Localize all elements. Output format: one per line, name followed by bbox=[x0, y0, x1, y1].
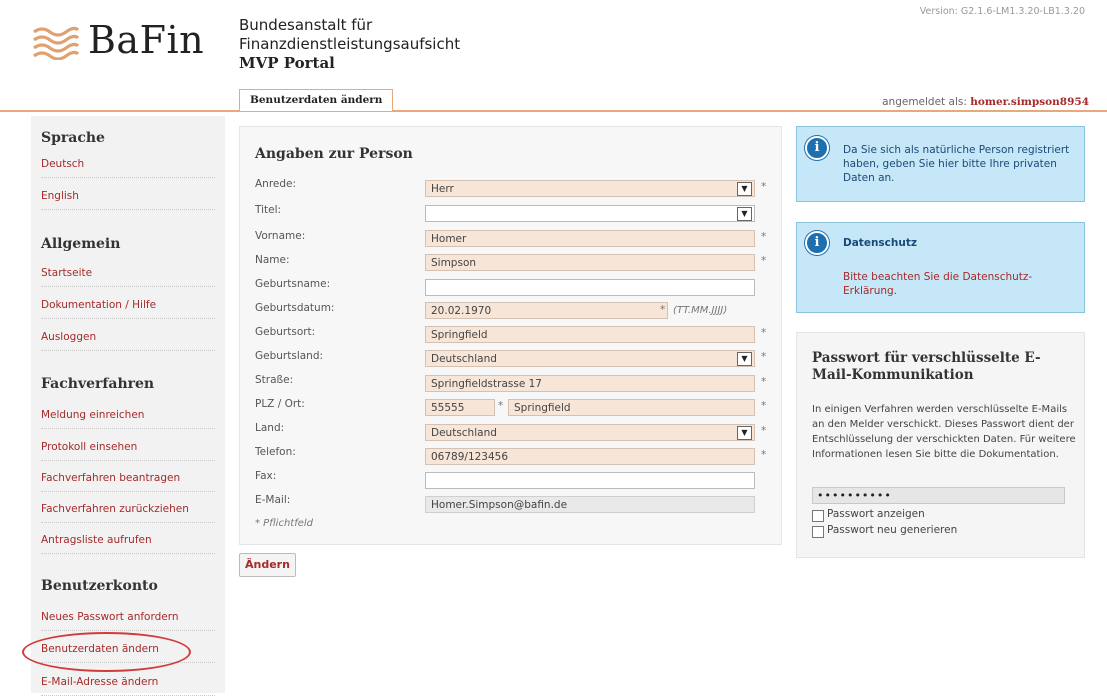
land-value: Deutschland bbox=[431, 427, 497, 439]
chevron-down-icon[interactable]: ▼ bbox=[737, 182, 752, 196]
plz-input[interactable]: 55555 bbox=[425, 399, 495, 416]
info-icon: i bbox=[805, 136, 829, 160]
sidebar-item-english[interactable]: English bbox=[41, 190, 215, 210]
highlight-circle bbox=[22, 632, 191, 672]
fax-input[interactable] bbox=[425, 472, 755, 489]
required-mark: * bbox=[761, 231, 767, 243]
label-plz-ort: PLZ / Ort: bbox=[255, 398, 305, 410]
label-telefon: Telefon: bbox=[255, 446, 296, 458]
logo-text: BaFin bbox=[88, 18, 205, 62]
login-prefix: angemeldet als: bbox=[882, 96, 967, 108]
sidebar-heading-sprache: Sprache bbox=[41, 130, 105, 146]
label-geburtsdatum: Geburtsdatum: bbox=[255, 302, 335, 314]
login-user[interactable]: homer.simpson8954 bbox=[970, 96, 1089, 108]
version-label: Version: G2.1.6-LM1.3.20-LB1.3.20 bbox=[919, 6, 1085, 17]
institution-line2: Finanzdienstleistungsaufsicht bbox=[239, 35, 461, 53]
required-mark: * bbox=[498, 400, 504, 412]
strasse-input[interactable]: Springfieldstrasse 17 bbox=[425, 375, 755, 392]
tab-benutzerdaten[interactable]: Benutzerdaten ändern bbox=[239, 89, 394, 111]
chevron-down-icon[interactable]: ▼ bbox=[737, 352, 752, 366]
show-password-checkbox[interactable] bbox=[812, 510, 824, 522]
sidebar-item-beantragen[interactable]: Fachverfahren beantragen bbox=[41, 472, 215, 492]
required-mark: * bbox=[761, 351, 767, 363]
ort-input[interactable]: Springfield bbox=[508, 399, 755, 416]
telefon-input[interactable]: 06789/123456 bbox=[425, 448, 755, 465]
datenschutz-info-box bbox=[796, 222, 1085, 313]
required-mark: * bbox=[761, 400, 767, 412]
titel-select[interactable]: ▼ bbox=[425, 205, 755, 222]
sidebar-item-dokumentation[interactable]: Dokumentation / Hilfe bbox=[41, 299, 215, 319]
sidebar: Sprache Deutsch English Allgemein Starts… bbox=[31, 116, 225, 696]
anrede-select[interactable]: Herr ▼ bbox=[425, 180, 755, 197]
label-email: E-Mail: bbox=[255, 494, 291, 506]
required-mark: * bbox=[761, 376, 767, 388]
label-fax: Fax: bbox=[255, 470, 277, 482]
sidebar-heading-allgemein: Allgemein bbox=[41, 236, 121, 252]
datenschutz-link[interactable]: Bitte beachten Sie die Datenschutz-Erklä… bbox=[843, 270, 1068, 298]
password-title: Passwort für verschlüsselte E-Mail-Kommu… bbox=[812, 350, 1041, 383]
required-mark: * bbox=[761, 425, 767, 437]
geburtsland-select[interactable]: Deutschland ▼ bbox=[425, 350, 755, 367]
chevron-down-icon[interactable]: ▼ bbox=[737, 426, 752, 440]
sidebar-item-email-aendern[interactable]: E-Mail-Adresse ändern bbox=[41, 676, 215, 696]
label-geburtsname: Geburtsname: bbox=[255, 278, 331, 290]
label-vorname: Vorname: bbox=[255, 230, 306, 242]
label-geburtsort: Geburtsort: bbox=[255, 326, 316, 338]
sidebar-item-meldung[interactable]: Meldung einreichen bbox=[41, 409, 215, 429]
label-titel: Titel: bbox=[255, 204, 282, 216]
geburtsdatum-input[interactable]: 20.02.1970 bbox=[425, 302, 668, 319]
private-data-info-text: Da Sie sich als natürliche Person regist… bbox=[843, 144, 1070, 184]
form-title: Angaben zur Person bbox=[255, 146, 413, 162]
header-divider bbox=[0, 110, 1107, 112]
aendern-button[interactable]: Ändern bbox=[239, 553, 296, 577]
show-password-label[interactable]: Passwort anzeigen bbox=[827, 508, 925, 520]
regenerate-password-checkbox[interactable] bbox=[812, 526, 824, 538]
label-name: Name: bbox=[255, 254, 290, 266]
institution-name: Bundesanstalt für Finanzdienstleistungsa… bbox=[239, 16, 460, 73]
login-info: angemeldet als: homer.simpson8954 bbox=[882, 96, 1089, 108]
required-note: * Pflichtfeld bbox=[255, 518, 314, 529]
geburtsname-input[interactable] bbox=[425, 279, 755, 296]
sidebar-item-deutsch[interactable]: Deutsch bbox=[41, 158, 215, 178]
regenerate-password-label[interactable]: Passwort neu generieren bbox=[827, 524, 957, 536]
date-format-hint: (TT.MM.JJJJ) bbox=[673, 305, 728, 316]
sidebar-heading-benutzerkonto: Benutzerkonto bbox=[41, 578, 158, 594]
geburtsort-input[interactable]: Springfield bbox=[425, 326, 755, 343]
sidebar-item-zurueckziehen[interactable]: Fachverfahren zurückziehen bbox=[41, 503, 215, 523]
required-mark: * bbox=[660, 304, 666, 316]
sidebar-item-antragsliste[interactable]: Antragsliste aufrufen bbox=[41, 534, 215, 554]
sidebar-heading-fachverfahren: Fachverfahren bbox=[41, 376, 155, 392]
sidebar-item-protokoll[interactable]: Protokoll einsehen bbox=[41, 441, 215, 461]
sidebar-item-ausloggen[interactable]: Ausloggen bbox=[41, 331, 215, 351]
name-input[interactable]: Simpson bbox=[425, 254, 755, 271]
land-select[interactable]: Deutschland ▼ bbox=[425, 424, 755, 441]
institution-line1: Bundesanstalt für bbox=[239, 16, 373, 34]
chevron-down-icon[interactable]: ▼ bbox=[737, 207, 752, 221]
label-anrede: Anrede: bbox=[255, 178, 297, 190]
label-land: Land: bbox=[255, 422, 285, 434]
sidebar-item-neues-passwort[interactable]: Neues Passwort anfordern bbox=[41, 611, 215, 631]
password-description: In einigen Verfahren werden verschlüssel… bbox=[812, 404, 1076, 460]
required-mark: * bbox=[761, 327, 767, 339]
info-icon: i bbox=[805, 231, 829, 255]
email-input-readonly: Homer.Simpson@bafin.de bbox=[425, 496, 755, 513]
required-mark: * bbox=[761, 255, 767, 267]
sidebar-item-startseite[interactable]: Startseite bbox=[41, 267, 215, 287]
label-strasse: Straße: bbox=[255, 374, 294, 386]
anrede-value: Herr bbox=[431, 183, 454, 195]
datenschutz-title: Datenschutz bbox=[843, 237, 917, 249]
required-mark: * bbox=[761, 181, 767, 193]
label-geburtsland: Geburtsland: bbox=[255, 350, 324, 362]
portal-title: MVP Portal bbox=[239, 54, 335, 72]
bafin-logo-icon bbox=[33, 26, 80, 60]
required-mark: * bbox=[761, 449, 767, 461]
vorname-input[interactable]: Homer bbox=[425, 230, 755, 247]
geburtsland-value: Deutschland bbox=[431, 353, 497, 365]
password-field[interactable]: •••••••••• bbox=[812, 487, 1065, 504]
